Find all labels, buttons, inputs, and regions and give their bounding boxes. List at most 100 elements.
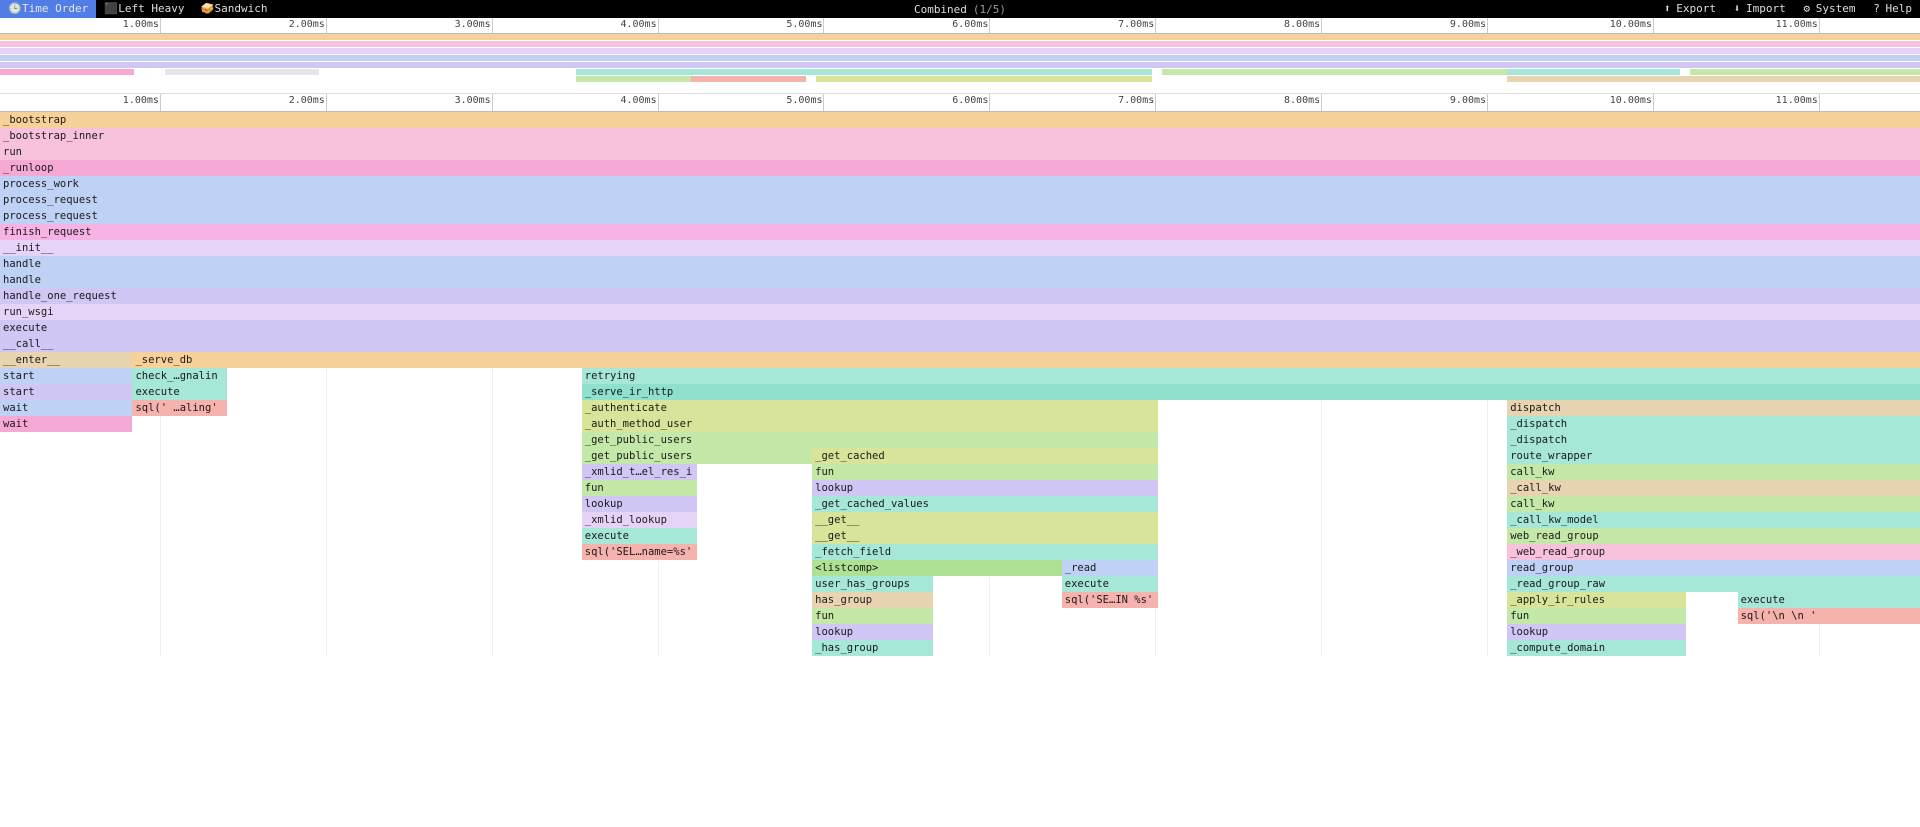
- flame-frame-label: <listcomp>: [815, 562, 878, 574]
- flame-frame[interactable]: lookup: [812, 480, 1158, 496]
- flame-frame[interactable]: sql(' …aling': [132, 400, 226, 416]
- flame-frame[interactable]: process_request: [0, 192, 1920, 208]
- flame-frame[interactable]: _compute_domain: [1507, 640, 1686, 656]
- flame-frame[interactable]: handle: [0, 272, 1920, 288]
- ruler-tick: 4.00ms: [658, 18, 659, 33]
- flame-frame[interactable]: _dispatch: [1507, 432, 1920, 448]
- flame-frame[interactable]: _get_cached_values: [812, 496, 1158, 512]
- ruler-tick-label: 3.00ms: [455, 95, 491, 106]
- flame-frame-label: execute: [1741, 594, 1785, 606]
- flame-frame[interactable]: _bootstrap: [0, 112, 1920, 128]
- flame-frame[interactable]: __init__: [0, 240, 1920, 256]
- flame-frame-label: __get__: [815, 530, 859, 542]
- flame-frame[interactable]: run_wsgi: [0, 304, 1920, 320]
- flame-frame[interactable]: _serve_db: [132, 352, 1920, 368]
- ruler-tick-label: 3.00ms: [455, 19, 491, 30]
- flame-frame[interactable]: _runloop: [0, 160, 1920, 176]
- tab-left-heavy[interactable]: ⬛ Left Heavy: [96, 0, 192, 18]
- flame-frame[interactable]: _apply_ir_rules: [1507, 592, 1686, 608]
- flame-frame[interactable]: execute: [1062, 576, 1158, 592]
- flame-frame[interactable]: finish_request: [0, 224, 1920, 240]
- flame-frame[interactable]: __call__: [0, 336, 1920, 352]
- help-button[interactable]: ? Help: [1864, 0, 1920, 18]
- flamechart[interactable]: _bootstrap_bootstrap_innerrun_runlooppro…: [0, 112, 1920, 656]
- flame-frame[interactable]: lookup: [812, 624, 933, 640]
- flame-frame-label: _has_group: [815, 642, 878, 654]
- flame-frame[interactable]: handle_one_request: [0, 288, 1920, 304]
- flame-frame[interactable]: start: [0, 384, 132, 400]
- flame-frame[interactable]: __enter__: [0, 352, 132, 368]
- flame-frame[interactable]: retrying: [582, 368, 1920, 384]
- flame-frame[interactable]: _web_read_group: [1507, 544, 1920, 560]
- flame-frame[interactable]: _get_public_users: [582, 448, 812, 464]
- flame-frame[interactable]: process_work: [0, 176, 1920, 192]
- flame-frame[interactable]: route_wrapper: [1507, 448, 1920, 464]
- flame-frame[interactable]: lookup: [1507, 624, 1686, 640]
- system-button[interactable]: ⚙ System: [1794, 0, 1864, 18]
- minimap[interactable]: 1.00ms2.00ms3.00ms4.00ms5.00ms6.00ms7.00…: [0, 18, 1920, 94]
- flame-frame[interactable]: has_group: [812, 592, 933, 608]
- flame-frame[interactable]: _serve_ir_http: [582, 384, 1920, 400]
- flame-frame[interactable]: sql('SEL…name=%s': [582, 544, 697, 560]
- flame-frame[interactable]: start: [0, 368, 132, 384]
- ruler-tick: 11.00ms: [1819, 18, 1820, 33]
- flame-frame[interactable]: __get__: [812, 528, 1158, 544]
- export-button[interactable]: ⬆ Export: [1654, 0, 1724, 18]
- minimap-segment: [576, 69, 1152, 75]
- flame-frame[interactable]: wait: [0, 416, 132, 432]
- import-button[interactable]: ⬇ Import: [1724, 0, 1794, 18]
- flame-frame-label: fun: [1510, 610, 1529, 622]
- flame-frame[interactable]: _fetch_field: [812, 544, 1158, 560]
- flame-frame[interactable]: execute: [1738, 592, 1920, 608]
- flame-frame[interactable]: dispatch: [1507, 400, 1920, 416]
- flame-frame[interactable]: _xmlid_t…el_res_i: [582, 464, 697, 480]
- flame-frame[interactable]: wait: [0, 400, 132, 416]
- flame-frame[interactable]: _xmlid_lookup: [582, 512, 697, 528]
- flame-frame[interactable]: process_request: [0, 208, 1920, 224]
- flame-frame[interactable]: _read: [1062, 560, 1158, 576]
- flame-frame[interactable]: handle: [0, 256, 1920, 272]
- flame-frame[interactable]: _get_cached: [812, 448, 1158, 464]
- flame-frame[interactable]: _auth_method_user: [582, 416, 1158, 432]
- tab-sandwich[interactable]: 🥪 Sandwich: [192, 0, 275, 18]
- flame-frame[interactable]: _authenticate: [582, 400, 1158, 416]
- flame-frame-label: _authenticate: [585, 402, 667, 414]
- flame-frame-label: execute: [3, 322, 47, 334]
- flame-frame[interactable]: lookup: [582, 496, 697, 512]
- flame-frame[interactable]: _get_public_users: [582, 432, 1158, 448]
- flame-frame-label: check_…gnalin: [135, 370, 217, 382]
- flame-frame-label: _dispatch: [1510, 434, 1567, 446]
- ruler-tick-label: 6.00ms: [952, 95, 988, 106]
- ruler-tick: 8.00ms: [1321, 94, 1322, 111]
- flame-frame[interactable]: fun: [1507, 608, 1686, 624]
- flame-frame[interactable]: _dispatch: [1507, 416, 1920, 432]
- flame-frame-label: _compute_domain: [1510, 642, 1605, 654]
- flame-frame[interactable]: call_kw: [1507, 464, 1920, 480]
- flame-frame[interactable]: fun: [812, 608, 933, 624]
- flame-frame[interactable]: _read_group_raw: [1507, 576, 1920, 592]
- flame-frame[interactable]: read_group: [1507, 560, 1920, 576]
- flame-frame[interactable]: sql('SE…IN %s': [1062, 592, 1158, 608]
- flame-frame[interactable]: call_kw: [1507, 496, 1920, 512]
- ruler-tick-label: 4.00ms: [620, 19, 656, 30]
- minimap-ruler: 1.00ms2.00ms3.00ms4.00ms5.00ms6.00ms7.00…: [0, 18, 1920, 34]
- flame-frame[interactable]: execute: [132, 384, 226, 400]
- flame-frame[interactable]: execute: [582, 528, 697, 544]
- flame-frame[interactable]: user_has_groups: [812, 576, 933, 592]
- tab-time-order[interactable]: 🕒 Time Order: [0, 0, 96, 18]
- flame-frame[interactable]: run: [0, 144, 1920, 160]
- flame-frame[interactable]: sql('\n \n ': [1738, 608, 1920, 624]
- flame-frame[interactable]: _call_kw: [1507, 480, 1920, 496]
- flame-frame[interactable]: _bootstrap_inner: [0, 128, 1920, 144]
- flame-frame[interactable]: <listcomp>: [812, 560, 1062, 576]
- flame-frame[interactable]: __get__: [812, 512, 1158, 528]
- ruler-tick-label: 9.00ms: [1450, 95, 1486, 106]
- flame-frame[interactable]: fun: [582, 480, 697, 496]
- flame-frame[interactable]: check_…gnalin: [132, 368, 226, 384]
- flame-frame[interactable]: _call_kw_model: [1507, 512, 1920, 528]
- flame-frame[interactable]: execute: [0, 320, 1920, 336]
- flame-frame[interactable]: fun: [812, 464, 1158, 480]
- flame-frame[interactable]: _has_group: [812, 640, 933, 656]
- title-count: (1/5): [973, 3, 1006, 16]
- flame-frame[interactable]: web_read_group: [1507, 528, 1920, 544]
